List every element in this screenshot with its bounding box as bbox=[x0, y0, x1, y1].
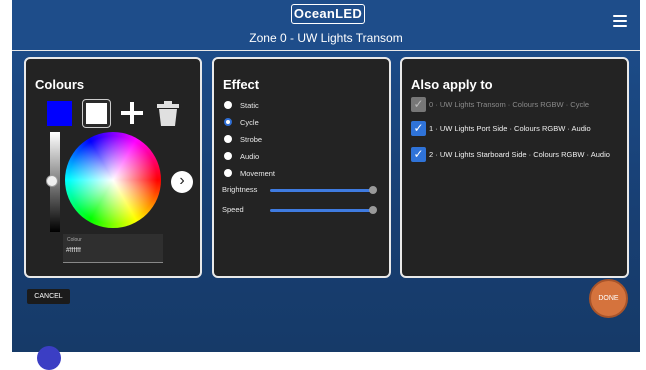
check-icon[interactable]: ✓ bbox=[411, 120, 426, 136]
radio-movement[interactable] bbox=[224, 169, 232, 177]
colour-hex-field[interactable]: Colour bbox=[63, 234, 163, 263]
effect-option-label: Strobe bbox=[240, 134, 263, 144]
effect-option-label: Cycle bbox=[240, 117, 259, 127]
hamburger-menu-icon[interactable] bbox=[613, 15, 627, 27]
header-bar: OceanLED Zone 0 - UW Lights Transom bbox=[12, 0, 640, 51]
effect-option-label: Movement bbox=[240, 168, 276, 178]
chevron-right-icon[interactable]: › bbox=[171, 171, 193, 193]
apply-row-label: 1 · UW Lights Port Side · Colours RGBW ·… bbox=[429, 123, 591, 133]
colours-title: Colours bbox=[35, 77, 85, 92]
effect-option-audio[interactable]: Audio bbox=[224, 150, 259, 162]
radio-static[interactable] bbox=[224, 101, 232, 109]
zone-title: Zone 0 - UW Lights Transom bbox=[249, 31, 403, 45]
apply-row-zone-1[interactable]: ✓ 1 · UW Lights Port Side · Colours RGBW… bbox=[411, 120, 591, 136]
apply-row-label: 0 · UW Lights Transom · Colours RGBW · C… bbox=[429, 99, 590, 109]
plus-icon[interactable] bbox=[120, 101, 144, 125]
oceanled-logo: OceanLED bbox=[291, 4, 365, 24]
apply-panel: Also apply to ✓ 0 · UW Lights Transom · … bbox=[400, 57, 629, 278]
apply-row-zone-0: ✓ 0 · UW Lights Transom · Colours RGBW ·… bbox=[411, 96, 589, 112]
effect-option-strobe[interactable]: Strobe bbox=[224, 133, 262, 145]
blue-swatch[interactable] bbox=[47, 101, 72, 126]
cancel-button[interactable]: CANCEL bbox=[27, 289, 70, 304]
done-button[interactable]: DONE bbox=[589, 279, 628, 318]
effect-option-cycle[interactable]: Cycle bbox=[224, 116, 259, 128]
apply-row-zone-2[interactable]: ✓ 2 · UW Lights Starboard Side · Colours… bbox=[411, 146, 610, 162]
effect-title: Effect bbox=[223, 77, 260, 92]
speed-track[interactable] bbox=[270, 209, 373, 212]
check-icon[interactable]: ✓ bbox=[411, 146, 426, 162]
effect-panel: Effect Static Cycle Strobe Audio Movemen… bbox=[212, 57, 391, 278]
radio-strobe[interactable] bbox=[224, 135, 232, 143]
effect-option-label: Audio bbox=[240, 151, 260, 161]
app-window: OceanLED Zone 0 - UW Lights Transom Colo… bbox=[12, 0, 640, 370]
radio-cycle[interactable] bbox=[224, 118, 232, 126]
radio-audio[interactable] bbox=[224, 152, 232, 160]
brightness-thumb[interactable] bbox=[369, 186, 377, 194]
colour-hex-input[interactable] bbox=[66, 247, 156, 254]
avatar bbox=[37, 346, 61, 370]
check-icon: ✓ bbox=[411, 96, 426, 112]
brightness-label: Brightness bbox=[222, 185, 258, 194]
effect-option-movement[interactable]: Movement bbox=[224, 167, 275, 179]
apply-row-label: 2 · UW Lights Starboard Side · Colours R… bbox=[429, 149, 610, 159]
color-wheel[interactable] bbox=[65, 132, 161, 228]
colour-field-label: Colour bbox=[67, 237, 82, 243]
speed-label: Speed bbox=[222, 205, 244, 214]
brightness-track[interactable] bbox=[270, 189, 373, 192]
apply-title: Also apply to bbox=[411, 77, 493, 92]
brightness-bar-knob[interactable] bbox=[46, 175, 58, 187]
trash-icon[interactable] bbox=[157, 101, 179, 126]
effect-option-static[interactable]: Static bbox=[224, 99, 259, 111]
colours-panel: Colours › Colour bbox=[24, 57, 202, 278]
effect-option-label: Static bbox=[240, 100, 259, 110]
speed-thumb[interactable] bbox=[369, 206, 377, 214]
white-swatch[interactable] bbox=[82, 99, 111, 128]
